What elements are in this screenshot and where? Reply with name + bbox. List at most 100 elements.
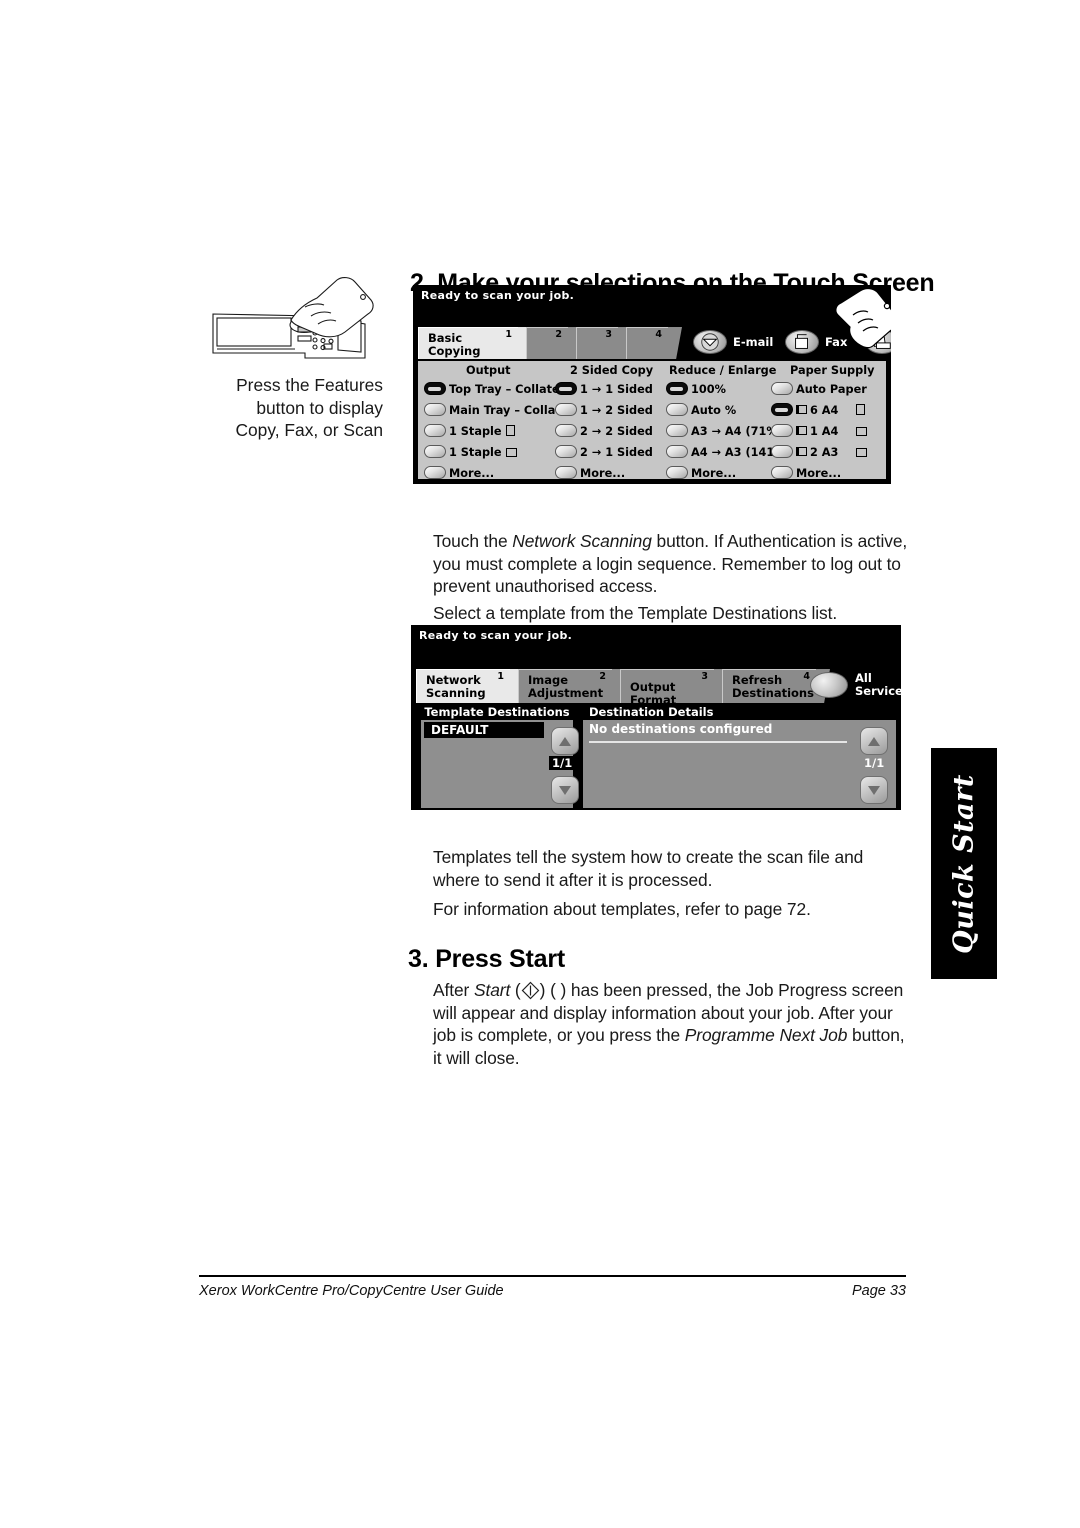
option-2-sided-more[interactable]: More... — [555, 466, 625, 481]
service-label-all-services: All Services — [855, 672, 901, 697]
option-label: Auto % — [691, 404, 737, 417]
option-1-staple-landscape[interactable]: 1 Staple — [424, 445, 517, 460]
destination-details-message: No destinations configured — [589, 722, 773, 736]
option-top-tray-collated[interactable]: Top Tray – Collated — [424, 382, 568, 397]
tray-icon — [796, 426, 807, 435]
panel-header-destination-details: Destination Details — [583, 703, 896, 721]
column-header-output: Output — [466, 364, 511, 377]
option-1-staple-portrait[interactable]: 1 Staple — [424, 424, 515, 439]
divider — [589, 741, 847, 743]
destination-details-list: No destinations configured — [583, 720, 896, 808]
touchscreen-basic-copying[interactable]: Ready to scan your job. Basic Copying 1 … — [413, 285, 891, 484]
printer-control-panel-hand-illustration — [212, 277, 374, 359]
option-label: 2 → 2 Sided — [580, 425, 653, 438]
option-label: 6 A4 — [810, 404, 839, 417]
tab-2[interactable]: 2 — [526, 327, 568, 359]
scroll-down-icon-left[interactable] — [551, 776, 579, 804]
radio-indicator — [424, 424, 446, 437]
option-tray-6-a4[interactable]: 6 A4 — [771, 403, 866, 418]
paragraph-after-start: After Start () ( ) has been pressed, the… — [433, 980, 905, 1068]
landscape-sheet-icon — [856, 427, 868, 436]
radio-indicator — [555, 424, 577, 437]
page-count-right: 1/1 — [864, 756, 885, 770]
scroll-up-icon-left[interactable] — [551, 727, 579, 755]
email-globe-icon[interactable] — [693, 330, 727, 354]
caption-line-1: Press the Features — [236, 375, 383, 395]
tab-number: 2 — [599, 671, 606, 682]
radio-indicator — [424, 466, 446, 479]
section-heading-3: 3. Press Start — [408, 944, 566, 973]
option-label: 1 Staple — [449, 446, 502, 459]
paragraph-select-template: Select a template from the Template Dest… — [433, 603, 838, 624]
option-label: More... — [580, 467, 626, 480]
option-a3-to-a4[interactable]: A3 → A4 (71%) — [666, 424, 783, 439]
column-header-reduce-enlarge: Reduce / Enlarge — [669, 364, 777, 377]
scroll-up-icon-right[interactable] — [860, 727, 888, 755]
list-item-default[interactable]: DEFAULT — [424, 722, 544, 738]
all-services-icon[interactable] — [810, 672, 848, 698]
radio-indicator — [555, 403, 577, 416]
radio-indicator — [555, 382, 577, 395]
option-label: More... — [449, 467, 495, 480]
radio-indicator — [666, 466, 688, 479]
emphasis-start: Start — [473, 980, 511, 1001]
tab-image-adjustment[interactable]: Image Adjustment 2 — [518, 669, 612, 703]
option-auto-paper[interactable]: Auto Paper — [771, 382, 867, 397]
option-output-more[interactable]: More... — [424, 466, 494, 481]
chapter-side-tab-label: Quick Start — [948, 773, 980, 954]
tab-network-scanning[interactable]: Network Scanning 1 — [416, 669, 510, 703]
paragraph-templates-explain: Templates tell the system how to create … — [433, 847, 864, 890]
chapter-side-tab: Quick Start — [931, 748, 997, 979]
page-count-left: 1/1 — [549, 756, 576, 770]
tab-4[interactable]: 4 — [626, 327, 668, 359]
option-2-to-1-sided[interactable]: 2 → 1 Sided — [555, 445, 653, 460]
option-100-percent[interactable]: 100% — [666, 382, 726, 397]
landscape-sheet-icon — [856, 448, 868, 457]
option-tray-1-a4[interactable]: 1 A4 — [771, 424, 868, 439]
option-tray-2-a3[interactable]: 2 A3 — [771, 445, 868, 460]
tab-output-format[interactable]: Output Format 3 — [620, 669, 714, 706]
radio-indicator — [424, 403, 446, 416]
tab-number: 3 — [701, 671, 708, 682]
option-2-to-2-sided[interactable]: 2 → 2 Sided — [555, 424, 653, 439]
status-message: Ready to scan your job. — [421, 289, 575, 302]
scroll-down-icon-right[interactable] — [860, 776, 888, 804]
radio-indicator — [424, 382, 446, 395]
email-glyph — [701, 333, 719, 351]
option-reduce-enlarge-more[interactable]: More... — [666, 466, 736, 481]
option-auto-percent[interactable]: Auto % — [666, 403, 736, 418]
text-part: After — [433, 980, 474, 1001]
caption-text: Press the Features button to display Cop… — [205, 374, 383, 442]
tab-number: 4 — [803, 671, 810, 682]
option-label: 1 A4 — [810, 425, 839, 438]
tab-refresh-destinations[interactable]: Refresh Destinations 4 — [722, 669, 816, 703]
start-button-icon — [521, 981, 540, 1000]
pointing-hand-illustration — [835, 287, 891, 349]
radio-indicator — [666, 445, 688, 458]
radio-indicator — [424, 445, 446, 458]
emphasis-network-scanning: Network Scanning — [512, 531, 652, 552]
tab-label: Basic Copying — [428, 331, 481, 358]
radio-indicator — [666, 403, 688, 416]
paragraph-touch-network-scanning: Touch the Network Scanning button. If Au… — [433, 530, 913, 598]
tab-basic-copying[interactable]: Basic Copying 1 — [418, 327, 518, 359]
tab-4-skew — [668, 327, 682, 359]
copy-options-panel: Output 2 Sided Copy Reduce / Enlarge Pap… — [418, 361, 886, 481]
option-label: 2 A3 — [810, 446, 839, 459]
option-main-tray-collated[interactable]: Main Tray – Collated — [424, 403, 576, 418]
option-1-to-1-sided[interactable]: 1 → 1 Sided — [555, 382, 653, 397]
option-label: 1 → 1 Sided — [580, 383, 653, 396]
triangle-glyph — [559, 737, 571, 746]
radio-indicator — [555, 445, 577, 458]
tab-number: 3 — [605, 329, 612, 340]
tab-number: 2 — [555, 329, 562, 340]
emphasis-programme-next-job: Programme Next Job — [684, 1025, 848, 1046]
tab-number: 1 — [497, 671, 504, 682]
touchscreen-network-scanning[interactable]: Ready to scan your job. Network Scanning… — [411, 625, 901, 810]
radio-indicator — [666, 424, 688, 437]
option-label: 1 Staple — [449, 425, 502, 438]
tab-3[interactable]: 3 — [576, 327, 618, 359]
option-label: A3 → A4 (71%) — [691, 425, 783, 438]
option-1-to-2-sided[interactable]: 1 → 2 Sided — [555, 403, 653, 418]
option-paper-supply-more[interactable]: More... — [771, 466, 841, 481]
